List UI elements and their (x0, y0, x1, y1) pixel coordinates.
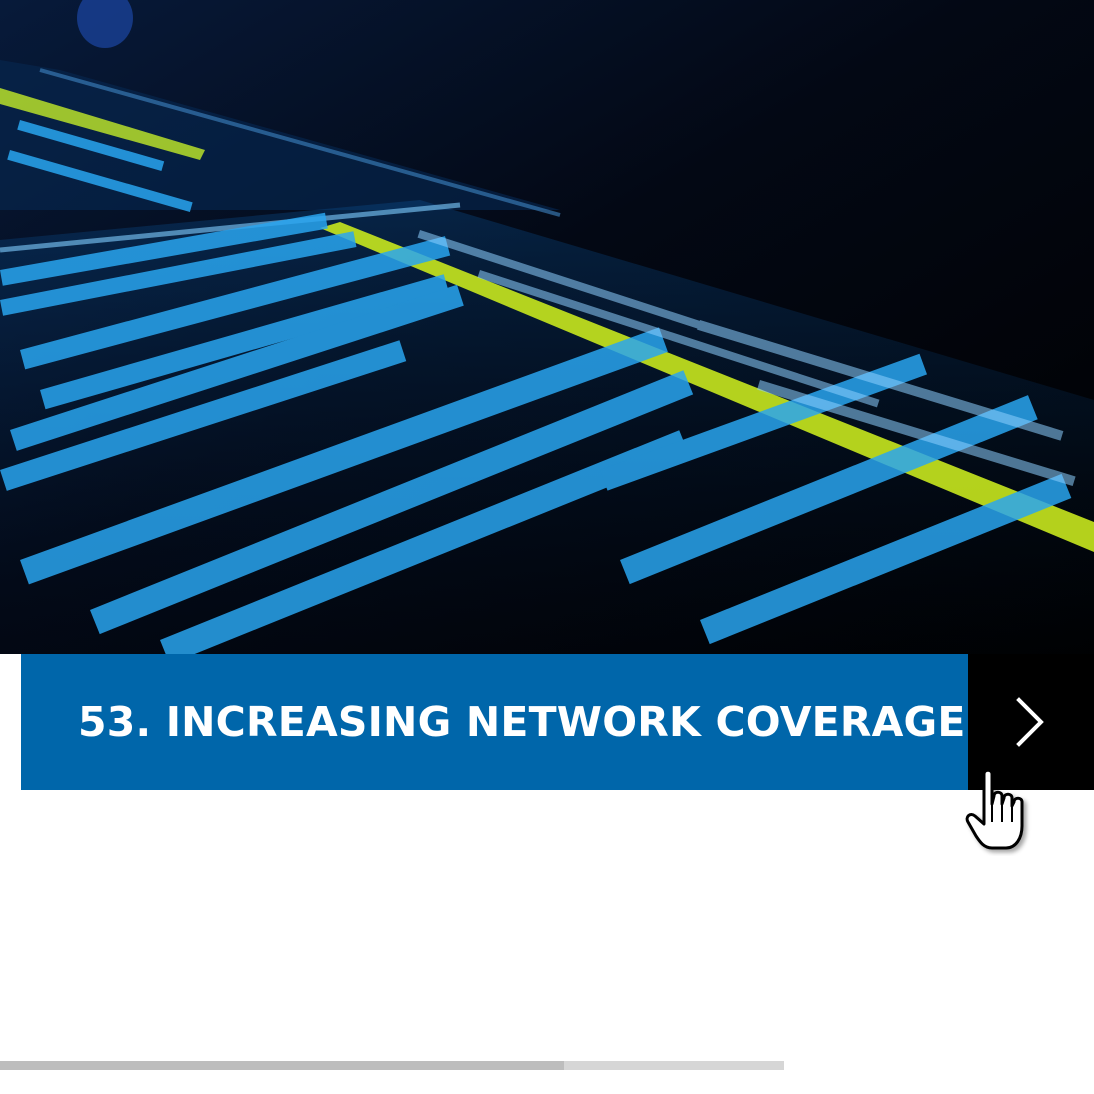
hero-image (0, 0, 1094, 654)
network-data-screen-photo (0, 0, 1094, 654)
hand-pointer-icon (962, 766, 1038, 856)
progress-bar (0, 1061, 784, 1070)
chevron-right-icon (1016, 697, 1044, 747)
progress-fill (0, 1061, 565, 1070)
slide-title-bar[interactable]: 53. INCREASING NETWORK COVERAGE (21, 654, 968, 790)
slide-title: 53. INCREASING NETWORK COVERAGE (78, 698, 966, 746)
